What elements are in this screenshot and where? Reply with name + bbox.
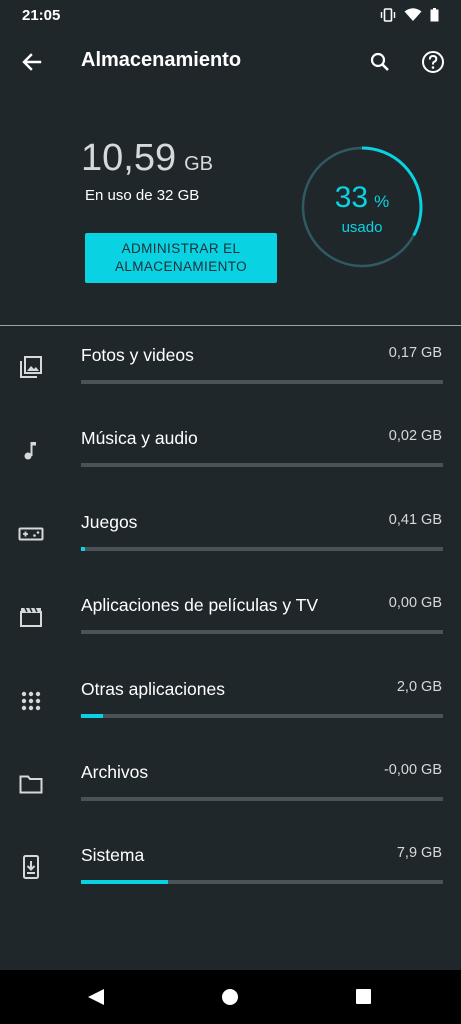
help-button[interactable] [417,46,449,78]
category-progress-track [81,463,443,468]
category-progress-track [81,880,443,885]
page-title: Almacenamiento [81,49,242,71]
movie-icon [18,604,44,630]
nav-recents-icon[interactable] [356,989,371,1004]
music-note-icon [18,437,44,463]
category-size: 0,02 GB [388,428,442,445]
category-label: Música y audio [81,428,198,449]
category-progress-track [81,713,443,718]
used-amount: 10,59 GB [81,137,213,180]
category-label: Otras aplicaciones [81,678,225,699]
category-other-apps[interactable]: Otras aplicaciones 2,0 GB [0,660,461,743]
system-update-icon [18,854,44,880]
category-label: Fotos y videos [81,345,194,365]
usage-percent-symbol: % [374,192,390,211]
usage-percent-value: 33 [334,181,369,214]
category-size: 2,0 GB [396,678,442,695]
category-size: 7,9 GB [396,845,442,862]
status-bar: 21:05 [0,0,461,32]
navigation-bar [0,970,461,1024]
search-button[interactable] [364,46,396,78]
nav-back-icon[interactable] [86,987,106,1007]
category-movies-tv[interactable]: Aplicaciones de películas y TV 0,00 GB [0,576,461,659]
manage-storage-button[interactable]: ADMINISTRAR EL ALMACENAMIENTO [85,233,277,283]
help-icon [422,51,444,73]
back-arrow-icon [22,53,42,71]
category-progress-fill [81,713,104,718]
category-music[interactable]: Música y audio 0,02 GB [0,409,461,492]
category-photos[interactable]: Fotos y videos 0,17 GB [0,326,461,409]
nav-home-icon[interactable] [222,989,238,1005]
used-of-total: En uso de 32 GB [85,187,200,204]
category-progress-track [81,630,443,635]
category-size: 0,17 GB [388,345,442,361]
battery-icon [430,8,439,27]
category-progress-track [81,380,443,384]
category-games[interactable]: Juegos 0,41 GB [0,493,461,576]
gamepad-icon [18,521,44,547]
status-time: 21:05 [22,7,61,24]
app-bar: Almacenamiento [0,32,461,92]
used-value: 10,59 [81,137,177,179]
used-unit: GB [184,153,213,175]
category-progress-track [81,546,443,551]
photo-library-icon [18,354,44,380]
wifi-icon [404,8,422,27]
apps-grid-icon [18,688,44,714]
search-icon [370,52,389,71]
category-progress-fill [81,880,168,885]
category-list: Fotos y videos 0,17 GB Música y audio 0,… [0,326,461,910]
back-button[interactable] [16,46,48,78]
category-progress-track [81,796,443,801]
category-label: Sistema [81,845,145,866]
category-label: Aplicaciones de películas y TV [81,595,319,616]
category-size: -0,00 GB [383,761,442,778]
category-progress-fill [81,546,86,551]
category-size: 0,00 GB [388,595,442,612]
category-system[interactable]: Sistema 7,9 GB [0,826,461,909]
folder-icon [18,771,44,797]
storage-summary: 10,59 GB En uso de 32 GB ADMINISTRAR EL … [0,92,461,325]
category-size: 0,41 GB [388,511,442,528]
status-icons [380,8,439,27]
category-files[interactable]: Archivos -0,00 GB [0,743,461,826]
category-label: Juegos [81,511,138,532]
usage-label: usado [341,219,383,236]
vibrate-icon [380,8,396,27]
usage-percent: 33% [300,181,424,215]
category-label: Archivos [81,761,149,782]
